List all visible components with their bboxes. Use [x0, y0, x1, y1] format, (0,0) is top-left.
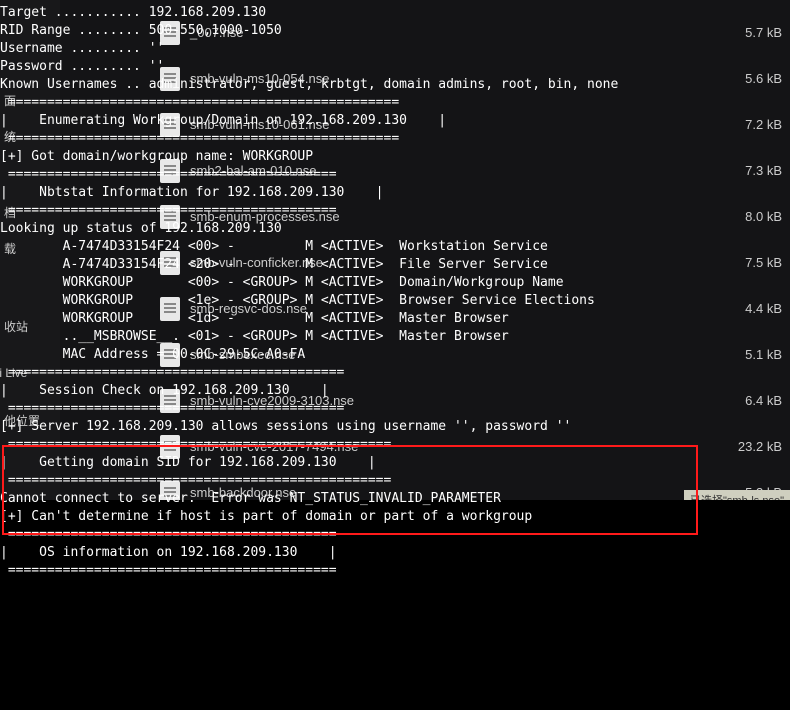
- file-size: 7.3 kB: [745, 162, 782, 180]
- file-name: smb-vuln-cve2009-3103.nse: [190, 392, 354, 410]
- file-row[interactable]: smb-smbexec.nse 5.1 kB: [60, 332, 790, 378]
- file-icon: [160, 159, 180, 183]
- sidebar-item-trash[interactable]: 收站: [4, 318, 28, 336]
- file-name: smb-vuln-cve-2017-7494.nse: [190, 438, 358, 456]
- file-row[interactable]: smb-vuln-cve2009-3103.nse 6.4 kB: [60, 378, 790, 424]
- file-icon: [160, 389, 180, 413]
- file-size: 6.4 kB: [745, 392, 782, 410]
- file-size: 5.7 kB: [745, 24, 782, 42]
- app-background: 面 统 档 载 收站 ali Live 他位置 _007.nse 5.7 kB sm…: [0, 0, 790, 706]
- file-size: 7.5 kB: [745, 254, 782, 272]
- file-list[interactable]: _007.nse 5.7 kB smb-vuln-ms10-054.nse 5.6 k…: [60, 0, 790, 530]
- file-row[interactable]: smb-vuln-cve-2017-7494.nse 23.2 kB: [60, 424, 790, 470]
- file-name: smb-regsvc-dos.nse: [190, 300, 307, 318]
- file-row[interactable]: smb-vuln-conficker.nse 7.5 kB: [60, 240, 790, 286]
- sidebar-item-other[interactable]: 他位置: [4, 412, 40, 430]
- file-row[interactable]: smb-vuln-ms10-054.nse 5.6 kB: [60, 56, 790, 102]
- sidebar-item-desktop[interactable]: 面: [4, 92, 16, 110]
- file-name: smb-vuln-conficker.nse: [190, 254, 323, 272]
- file-size: 8.0 kB: [745, 208, 782, 226]
- sidebar-item-live[interactable]: ali Live: [0, 364, 27, 382]
- file-icon: [160, 435, 180, 459]
- file-size: 5.6 kB: [745, 70, 782, 88]
- file-icon: [160, 297, 180, 321]
- file-size: 5.1 kB: [745, 346, 782, 364]
- sidebar-item-system[interactable]: 统: [4, 128, 16, 146]
- file-name: smb2-bal-am-010.nse: [190, 162, 316, 180]
- sidebar-item-docs[interactable]: 档: [4, 204, 16, 222]
- file-name: _007.nse: [190, 24, 244, 42]
- file-name: smb-vuln-ms10-061.nse: [190, 116, 329, 134]
- terminal-bottom-fill: [0, 500, 790, 706]
- file-size: 4.4 kB: [745, 300, 782, 318]
- file-row[interactable]: smb2-bal-am-010.nse 7.3 kB: [60, 148, 790, 194]
- file-icon: [160, 251, 180, 275]
- file-size: 23.2 kB: [738, 438, 782, 456]
- file-icon: [160, 113, 180, 137]
- file-name: smb-enum-processes.nse: [190, 208, 340, 226]
- file-name: smb-vuln-ms10-054.nse: [190, 70, 329, 88]
- file-icon: [160, 343, 180, 367]
- file-size: 7.2 kB: [745, 116, 782, 134]
- file-row[interactable]: smb-vuln-ms10-061.nse 7.2 kB: [60, 102, 790, 148]
- file-row[interactable]: smb-enum-processes.nse 8.0 kB: [60, 194, 790, 240]
- sidebar-item-dl[interactable]: 载: [4, 240, 16, 258]
- file-row[interactable]: smb-regsvc-dos.nse 4.4 kB: [60, 286, 790, 332]
- file-name: smb-smbexec.nse: [190, 346, 295, 364]
- file-icon: [160, 205, 180, 229]
- file-row[interactable]: _007.nse 5.7 kB: [60, 10, 790, 56]
- file-icon: [160, 21, 180, 45]
- file-icon: [160, 67, 180, 91]
